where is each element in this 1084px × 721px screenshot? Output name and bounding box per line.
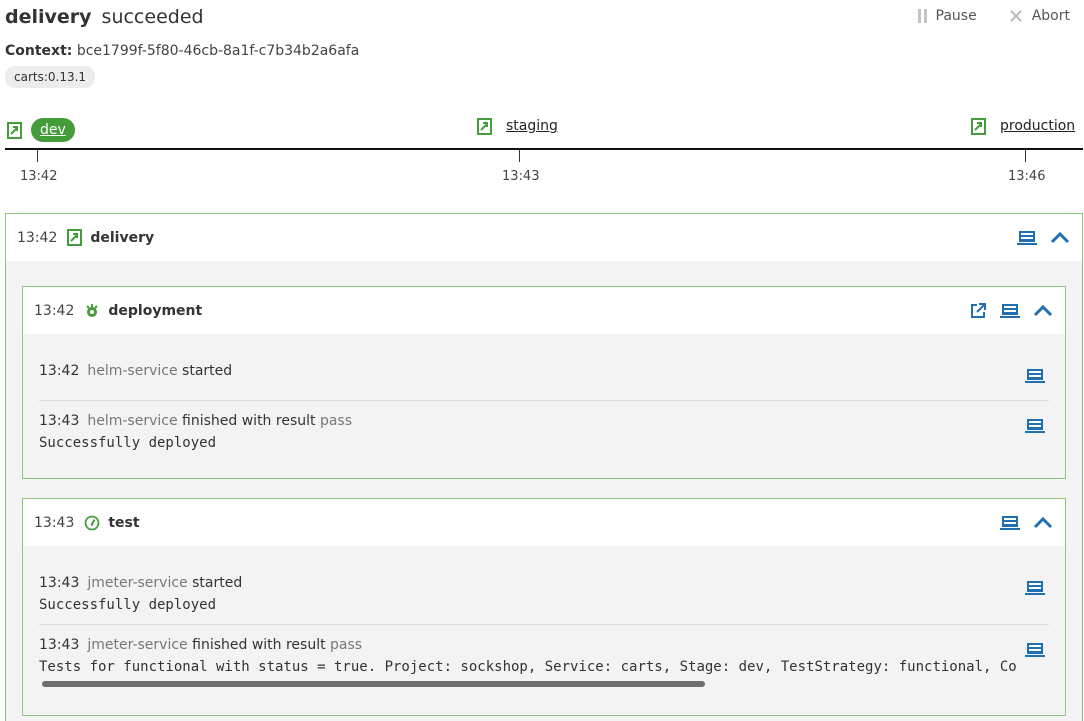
monitor-icon[interactable] (1000, 515, 1020, 531)
event-service: jmeter-service (87, 637, 188, 653)
event-row: 13:43 helm-service finished with result p… (39, 413, 1049, 451)
version-tag: carts:0.13.1 (5, 66, 96, 88)
event-row: 13:42 helm-service started (39, 363, 1049, 383)
abort-label: Abort (1031, 8, 1070, 24)
timeline-time-production: 13:46 (1008, 169, 1046, 184)
stage-production[interactable]: production (971, 118, 1075, 135)
stage-staging[interactable]: staging (477, 118, 558, 135)
chevron-up-icon[interactable] (1050, 231, 1070, 245)
stage-link-icon (971, 118, 986, 135)
abort-button[interactable]: Abort (1009, 8, 1070, 24)
task-tools (1017, 214, 1070, 261)
context-row: Context: bce1799f-5f80-46cb-8a1f-c7b34b2… (5, 43, 359, 59)
close-icon (1009, 9, 1023, 23)
monitor-icon[interactable] (1025, 368, 1045, 384)
context-label: Context: (5, 43, 73, 59)
stage-link-icon (477, 118, 492, 135)
event-action: started (192, 575, 243, 591)
event-time: 13:43 (39, 575, 80, 591)
timeline-time-dev: 13:42 (20, 169, 58, 184)
task-card-deployment: 13:42 deployment 13:42 helm-service start… (22, 286, 1066, 479)
sequence-header: delivery succeeded (5, 6, 204, 30)
timeline-tick (1025, 150, 1026, 162)
speedometer-icon (84, 515, 100, 531)
event-service: jmeter-service (87, 575, 188, 591)
task-time: 13:43 (34, 514, 75, 531)
event-time: 13:42 (39, 363, 80, 379)
event-message: Tests for functional with status = true.… (39, 659, 1017, 675)
sequence-name: delivery (5, 6, 92, 28)
event-result: pass (330, 637, 363, 653)
task-time: 13:42 (17, 229, 58, 246)
sequence-status: succeeded (101, 6, 204, 28)
event-time: 13:43 (39, 637, 80, 653)
task-name: deployment (108, 302, 203, 319)
task-header-deployment[interactable]: 13:42 deployment (23, 287, 1065, 334)
task-card-test: 13:43 test 13:43 jmeter-service started S… (22, 498, 1066, 716)
task-name: delivery (90, 229, 155, 246)
event-message: Successfully deployed (39, 435, 217, 451)
divider (39, 400, 1049, 401)
timeline-axis (5, 148, 1083, 150)
monitor-icon[interactable] (1025, 642, 1045, 658)
event-action: started (182, 363, 233, 379)
monitor-icon[interactable] (1000, 303, 1020, 319)
task-name: test (108, 514, 140, 531)
context-id: bce1799f-5f80-46cb-8a1f-c7b34b2a6afa (76, 43, 360, 59)
chevron-up-icon[interactable] (1033, 304, 1053, 318)
pause-button[interactable]: Pause (917, 8, 977, 24)
event-message: Successfully deployed (39, 597, 217, 613)
timeline-tick (519, 150, 520, 162)
monitor-icon[interactable] (1025, 580, 1045, 596)
stage-dev[interactable]: dev (7, 118, 75, 142)
task-time: 13:42 (34, 302, 75, 319)
stage-dev-label[interactable]: dev (31, 118, 75, 142)
timeline-time-staging: 13:43 (502, 169, 540, 184)
task-tools (969, 287, 1053, 334)
external-link-icon[interactable] (969, 302, 987, 320)
event-service: helm-service (87, 413, 178, 429)
horizontal-scrollbar[interactable] (42, 681, 705, 687)
stage-staging-label[interactable]: staging (506, 118, 558, 134)
helm-deploy-icon (84, 303, 100, 319)
divider (39, 624, 1049, 625)
pause-label: Pause (935, 8, 977, 24)
task-header-test[interactable]: 13:43 test (23, 499, 1065, 546)
stage-link-icon (67, 229, 83, 246)
chevron-up-icon[interactable] (1033, 516, 1053, 530)
task-tools (1000, 499, 1053, 546)
monitor-icon[interactable] (1017, 230, 1037, 246)
stage-production-label[interactable]: production (1000, 118, 1075, 134)
event-action: finished with result (192, 637, 326, 653)
timeline-tick (37, 150, 38, 162)
monitor-icon[interactable] (1025, 418, 1045, 434)
pause-icon (917, 9, 927, 23)
event-service: helm-service (87, 363, 178, 379)
event-time: 13:43 (39, 413, 80, 429)
sequence-actions: Pause Abort (917, 8, 1070, 24)
event-result: pass (319, 413, 353, 429)
event-row: 13:43 jmeter-service finished with result… (39, 637, 1049, 675)
event-action: finished with result (182, 413, 316, 429)
event-row: 13:43 jmeter-service started Successfully… (39, 575, 1049, 613)
stage-link-icon (7, 122, 22, 139)
task-header-delivery[interactable]: 13:42 delivery (6, 214, 1082, 261)
